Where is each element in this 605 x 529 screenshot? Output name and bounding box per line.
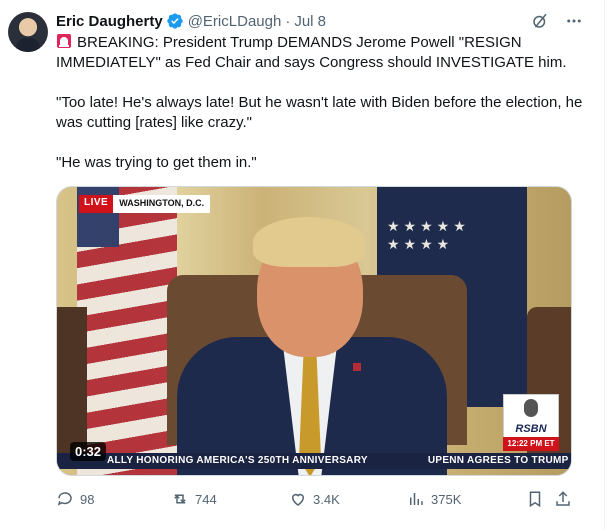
separator-dot: · (285, 12, 291, 30)
views-button[interactable]: 375K (407, 488, 461, 510)
share-button[interactable] (554, 488, 572, 510)
more-dots-icon[interactable] (564, 11, 584, 31)
broadcast-time: 12:22 PM ET (503, 437, 559, 451)
avatar[interactable] (8, 12, 48, 52)
like-button[interactable]: 3.4K (289, 488, 340, 510)
ticker-item-2: UPENN AGREES TO TRUMP ADMIN'S T (427, 455, 571, 466)
rotating-light-icon (56, 33, 72, 49)
heart-icon (291, 493, 305, 506)
live-label: LIVE (79, 195, 114, 213)
share-icon (556, 491, 570, 506)
author-handle[interactable]: @EricLDaugh (188, 13, 282, 30)
location-label: WASHINGTON, D.C. (113, 195, 211, 213)
tweet-date[interactable]: Jul 8 (294, 13, 326, 30)
news-ticker: ALLY HONORING AMERICA'S 250TH ANNIVERSAR… (57, 453, 571, 469)
repost-icon (174, 494, 186, 504)
live-banner: LIVE WASHINGTON, D.C. (79, 195, 211, 213)
reply-button[interactable]: 98 (56, 488, 94, 510)
tweet-top-actions (530, 11, 584, 31)
like-count: 3.4K (313, 491, 340, 507)
video-player[interactable]: ★★★★★ ★★★★ LIVE WASHINGTON, D.C. RSBN 12:… (56, 186, 572, 476)
tweet-text: BREAKING: President Trump DEMANDS Jerome… (56, 33, 586, 193)
author-name[interactable]: Eric Daugherty (56, 13, 163, 30)
bookmark-icon (529, 491, 541, 508)
verified-badge-icon (166, 12, 184, 30)
grok-icon[interactable] (530, 11, 550, 31)
speaker-hair (253, 217, 365, 267)
views-icon (410, 493, 423, 505)
reply-count: 98 (80, 491, 95, 507)
flag-pin (353, 363, 361, 371)
tweet-header: Eric Daugherty @EricLDaugh · Jul 8 (56, 11, 326, 31)
tweet-paragraph-3: "He was trying to get them in." (56, 154, 257, 171)
views-count: 375K (431, 491, 462, 507)
repost-button[interactable]: 744 (171, 488, 217, 510)
tweet-actions: 98 744 3.4K 375K (56, 488, 576, 510)
tweet[interactable]: Eric Daugherty @EricLDaugh · Jul 8 BREAK… (0, 0, 605, 529)
tweet-paragraph-2: "Too late! He's always late! But he wasn… (56, 94, 583, 131)
american-flag (77, 187, 177, 475)
tweet-line-breaking: BREAKING: President Trump DEMANDS Jerome… (56, 34, 567, 71)
reply-icon (57, 492, 72, 506)
microphone-icon (524, 399, 538, 417)
bookmark-button[interactable] (526, 488, 544, 510)
logo-text: RSBN (515, 423, 547, 435)
video-duration: 0:32 (70, 442, 107, 461)
repost-count: 744 (195, 491, 217, 507)
tweet-paragraph-1: BREAKING: President Trump DEMANDS Jerome… (56, 33, 586, 73)
